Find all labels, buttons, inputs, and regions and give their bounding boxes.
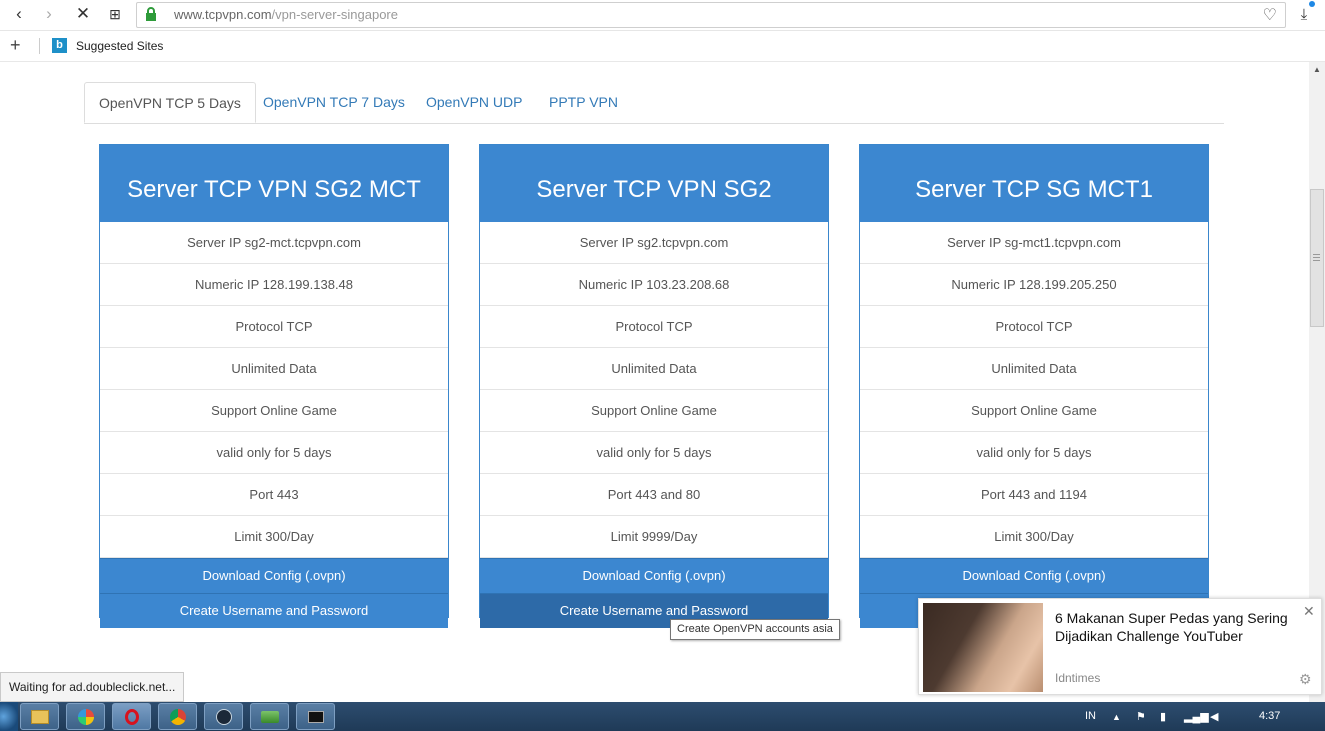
paint-icon[interactable]: [66, 703, 105, 730]
steam-icon[interactable]: [204, 703, 243, 730]
server-card-title: Server TCP VPN SG2 MCT: [100, 145, 448, 222]
server-card: Server TCP VPN SG2 MCT Server IP sg2-mct…: [99, 144, 449, 628]
server-card-title: Server TCP VPN SG2: [480, 145, 828, 222]
notification-thumbnail: [923, 603, 1043, 692]
opera-icon[interactable]: [112, 703, 151, 730]
download-config-button[interactable]: Download Config (.ovpn): [100, 558, 448, 593]
validity-row: valid only for 5 days: [100, 432, 448, 474]
server-card: Server TCP VPN SG2 Server IP sg2.tcpvpn.…: [479, 144, 829, 628]
server-tabs: OpenVPN TCP 5 Days OpenVPN TCP 7 Days Op…: [84, 82, 1224, 124]
scroll-up-icon[interactable]: ▲: [1313, 65, 1321, 74]
data-limit-row: Unlimited Data: [480, 348, 828, 390]
protocol-row: Protocol TCP: [480, 306, 828, 348]
address-bar[interactable]: www.tcpvpn.com/vpn-server-singapore ♡: [136, 2, 1286, 28]
url-host: www.tcpvpn.com: [174, 7, 272, 22]
status-bar: Waiting for ad.doubleclick.net...: [0, 672, 185, 702]
url-path: /vpn-server-singapore: [271, 7, 398, 22]
server-card: Server TCP SG MCT1 Server IP sg-mct1.tcp…: [859, 144, 1209, 628]
ad-notification[interactable]: 6 Makanan Super Pedas yang Sering Dijadi…: [918, 598, 1322, 695]
volume-icon[interactable]: ◀: [1210, 710, 1218, 723]
validity-row: valid only for 5 days: [860, 432, 1208, 474]
download-config-button[interactable]: Download Config (.ovpn): [860, 558, 1208, 593]
tab-openvpn-tcp-7-days[interactable]: OpenVPN TCP 7 Days: [263, 82, 405, 122]
daily-limit-row: Limit 300/Day: [860, 516, 1208, 558]
tab-openvpn-udp[interactable]: OpenVPN UDP: [426, 82, 522, 122]
server-card-title: Server TCP SG MCT1: [860, 145, 1208, 222]
online-game-row: Support Online Game: [100, 390, 448, 432]
network-app-icon[interactable]: [250, 703, 289, 730]
download-badge: [1309, 1, 1315, 7]
bookmarks-bar: + b Suggested Sites: [0, 31, 1325, 62]
speed-dial-icon[interactable]: ⊞: [104, 3, 126, 25]
add-bookmark-icon[interactable]: +: [10, 35, 21, 56]
server-ip-row: Server IP sg2.tcpvpn.com: [480, 222, 828, 264]
tooltip: Create OpenVPN accounts asia: [670, 619, 840, 640]
port-row: Port 443 and 1194: [860, 474, 1208, 516]
browser-toolbar: ‹ › ✕ ⊞ www.tcpvpn.com/vpn-server-singap…: [0, 0, 1325, 31]
daily-limit-row: Limit 9999/Day: [480, 516, 828, 558]
start-button[interactable]: [0, 702, 18, 731]
bookmark-heart-icon[interactable]: ♡: [1263, 5, 1277, 25]
tab-pptp-vpn[interactable]: PPTP VPN: [549, 82, 618, 122]
create-account-button[interactable]: Create Username and Password: [100, 593, 448, 628]
tab-openvpn-tcp-5-days[interactable]: OpenVPN TCP 5 Days: [84, 82, 256, 123]
notification-title[interactable]: 6 Makanan Super Pedas yang Sering Dijadi…: [1055, 609, 1305, 645]
notification-source: Idntimes: [1055, 671, 1101, 685]
language-indicator[interactable]: IN: [1085, 710, 1096, 722]
bookmark-divider: [39, 38, 40, 54]
numeric-ip-row: Numeric IP 128.199.205.250: [860, 264, 1208, 306]
show-hidden-icons[interactable]: ▲: [1112, 712, 1121, 722]
validity-row: valid only for 5 days: [480, 432, 828, 474]
url-text: www.tcpvpn.com/vpn-server-singapore: [174, 7, 398, 22]
protocol-row: Protocol TCP: [100, 306, 448, 348]
suggested-sites-link[interactable]: Suggested Sites: [76, 39, 163, 53]
scrollbar-grip: [1313, 254, 1320, 261]
numeric-ip-row: Numeric IP 103.23.208.68: [480, 264, 828, 306]
secure-lock-icon: [146, 7, 156, 21]
forward-icon[interactable]: ›: [38, 3, 60, 25]
port-row: Port 443: [100, 474, 448, 516]
back-icon[interactable]: ‹: [8, 3, 30, 25]
server-ip-row: Server IP sg2-mct.tcpvpn.com: [100, 222, 448, 264]
taskbar: IN ▲ ⚑ ▮ ▂▄▆ ◀ 4:37: [0, 702, 1325, 731]
data-limit-row: Unlimited Data: [100, 348, 448, 390]
file-explorer-icon[interactable]: [20, 703, 59, 730]
bing-icon: b: [52, 38, 67, 53]
flag-icon[interactable]: ⚑: [1136, 710, 1146, 723]
download-config-button[interactable]: Download Config (.ovpn): [480, 558, 828, 593]
online-game-row: Support Online Game: [860, 390, 1208, 432]
numeric-ip-row: Numeric IP 128.199.138.48: [100, 264, 448, 306]
online-game-row: Support Online Game: [480, 390, 828, 432]
command-prompt-icon[interactable]: [296, 703, 335, 730]
gear-icon[interactable]: ⚙: [1299, 671, 1312, 688]
protocol-row: Protocol TCP: [860, 306, 1208, 348]
close-icon[interactable]: ✕: [1303, 603, 1315, 620]
data-limit-row: Unlimited Data: [860, 348, 1208, 390]
server-ip-row: Server IP sg-mct1.tcpvpn.com: [860, 222, 1208, 264]
clock[interactable]: 4:37: [1259, 710, 1280, 722]
battery-icon[interactable]: ▮: [1160, 710, 1166, 723]
port-row: Port 443 and 80: [480, 474, 828, 516]
daily-limit-row: Limit 300/Day: [100, 516, 448, 558]
stop-loading-icon[interactable]: ✕: [72, 3, 94, 25]
chrome-icon[interactable]: [158, 703, 197, 730]
signal-icon[interactable]: ▂▄▆: [1184, 710, 1209, 723]
